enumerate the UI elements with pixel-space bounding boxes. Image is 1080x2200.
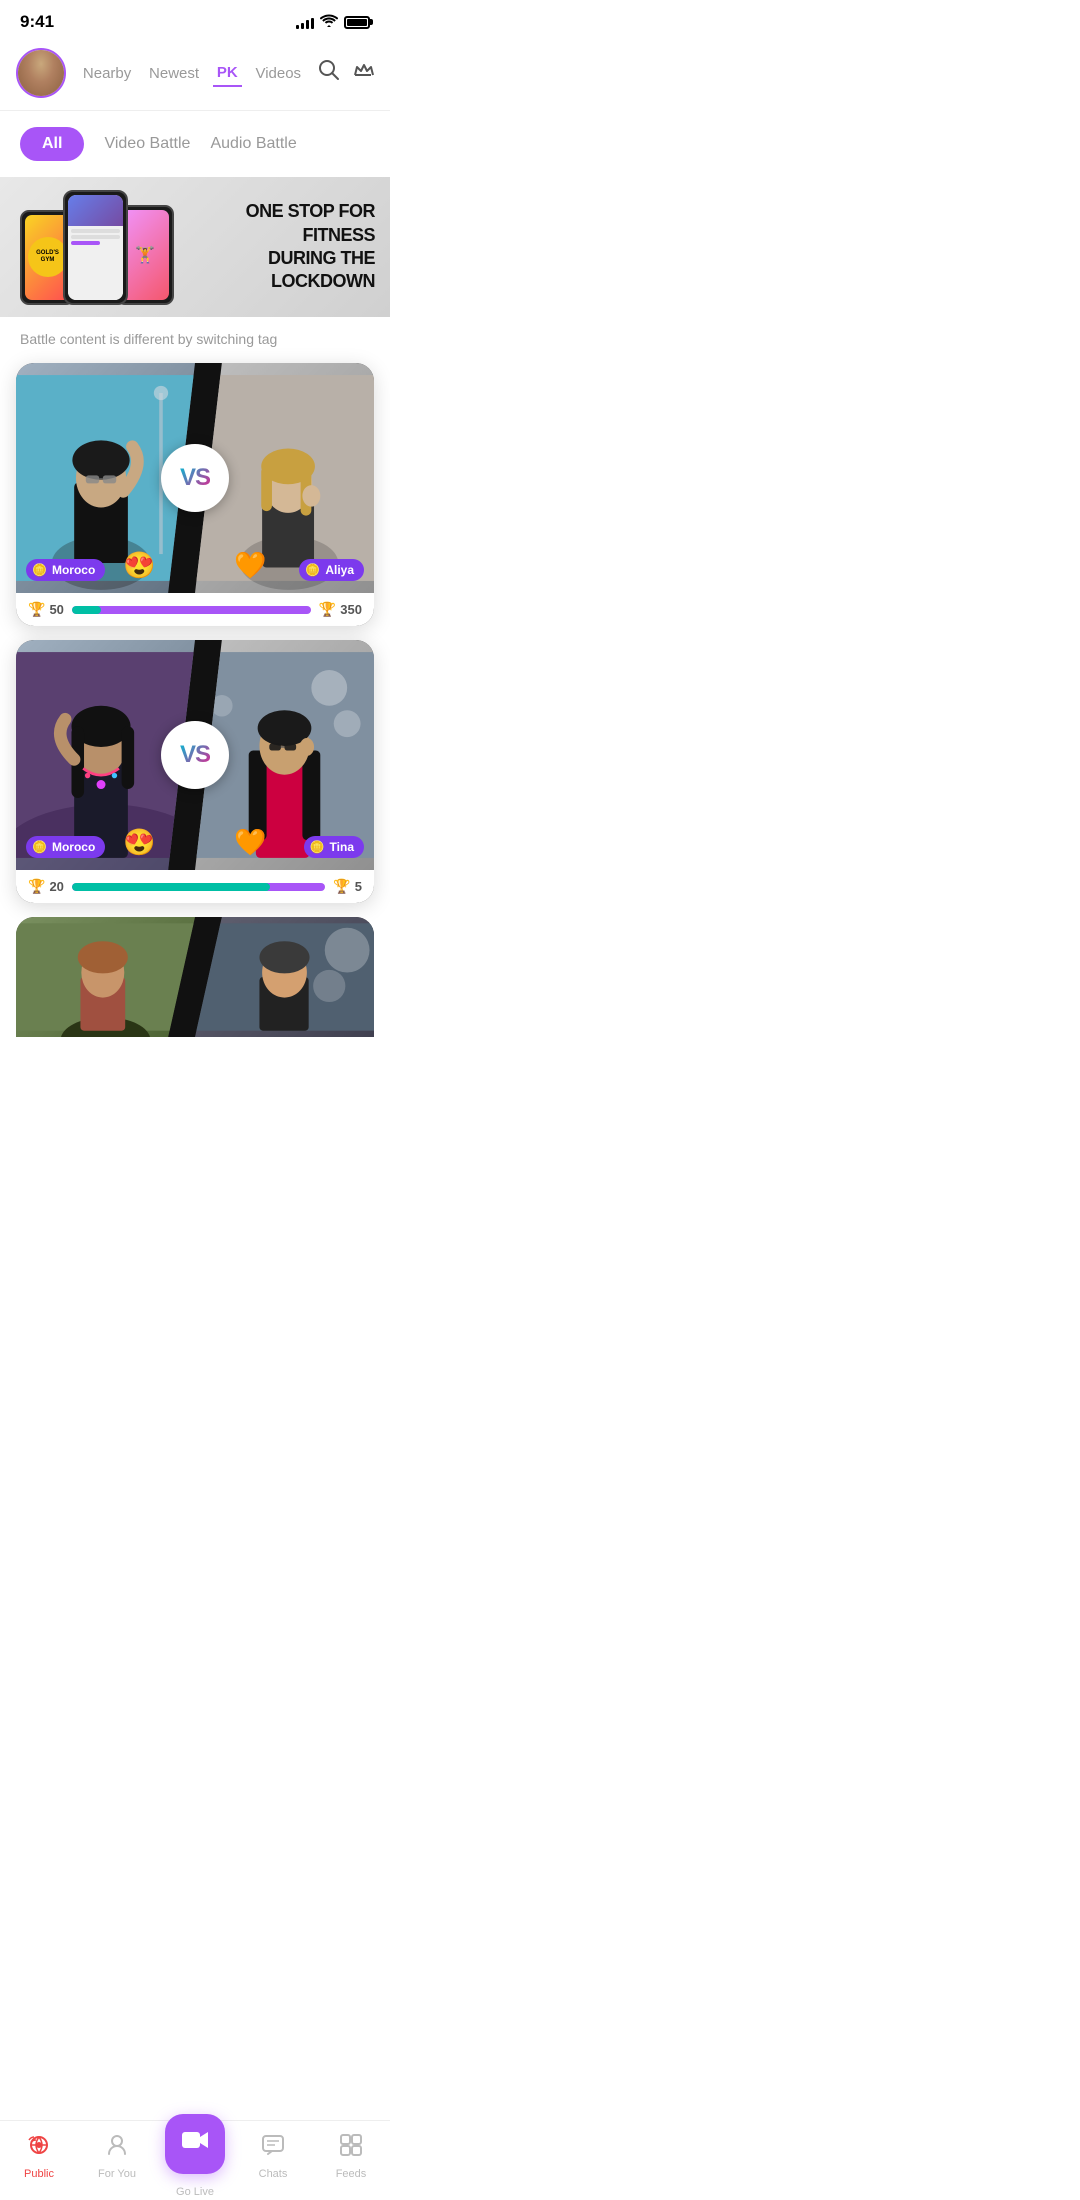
nav-tab-chats[interactable]: Chats	[234, 2132, 312, 2180]
nav-action-icons	[318, 59, 374, 87]
battle-card-1[interactable]: 🪙 Moroco 😍 VS	[16, 363, 374, 626]
battle-video-3-partial	[16, 917, 374, 1037]
banner-title-line2: DURING THE LOCKDOWN	[179, 247, 375, 294]
nav-label-chats: Chats	[259, 2168, 288, 2180]
right-score-1: 🏆 350	[319, 601, 362, 618]
status-time: 9:41	[20, 12, 54, 32]
nav-tab-for-you[interactable]: For You	[78, 2132, 156, 2180]
battery-icon	[344, 16, 370, 29]
bottom-nav: Public For You Go Live	[0, 2120, 390, 2200]
go-live-button[interactable]	[165, 2114, 225, 2174]
right-username-1: Aliya	[325, 563, 354, 577]
right-emoji-1: 🧡	[234, 550, 266, 581]
for-you-icon	[104, 2132, 130, 2164]
banner-text: ONE STOP FOR FITNESS DURING THE LOCKDOWN	[174, 190, 390, 304]
search-icon[interactable]	[318, 59, 340, 87]
left-coin-1: 🪙	[32, 563, 47, 577]
nav-tab-go-live[interactable]: Go Live	[156, 2114, 234, 2198]
left-emoji-2: 😍	[123, 827, 155, 858]
right-emoji-2: 🧡	[234, 827, 266, 858]
filter-audio-battle[interactable]: Audio Battle	[210, 135, 296, 153]
nav-item-nearby[interactable]: Nearby	[79, 61, 135, 86]
nav-item-videos[interactable]: Videos	[251, 61, 305, 86]
crown-icon[interactable]	[352, 59, 374, 87]
vs-text-1: VS	[180, 464, 210, 492]
right-username-2: Tina	[330, 840, 354, 854]
nav-item-pk[interactable]: PK	[213, 60, 242, 87]
nav-label-feeds: Feeds	[336, 2168, 367, 2180]
filter-all[interactable]: All	[20, 127, 84, 161]
progress-fill-2	[72, 883, 270, 891]
filter-tabs: All Video Battle Audio Battle	[0, 111, 390, 177]
nav-tab-feeds[interactable]: Feeds	[312, 2132, 390, 2180]
nav-label-for-you: For You	[98, 2168, 136, 2180]
header-nav: Nearby Newest PK Videos	[0, 40, 390, 111]
right-user-tag-2: 🪙 Tina	[304, 836, 364, 858]
progress-bar-1	[72, 606, 311, 614]
left-username-1: Moroco	[52, 563, 95, 577]
banner-title-line1: ONE STOP FOR FITNESS	[179, 200, 375, 247]
left-score-1: 🏆 50	[28, 601, 64, 618]
left-score-2: 🏆 20	[28, 878, 64, 895]
nav-item-newest[interactable]: Newest	[145, 61, 203, 86]
wifi-icon	[320, 14, 338, 31]
filter-video-battle[interactable]: Video Battle	[104, 135, 190, 153]
promo-banner[interactable]: GOLD'SGYM 🏋️	[0, 177, 390, 317]
left-username-2: Moroco	[52, 840, 95, 854]
go-live-icon	[180, 2125, 210, 2162]
right-coin-2: 🪙	[310, 840, 325, 854]
tag-hint: Battle content is different by switching…	[0, 317, 390, 357]
left-coin-2: 🪙	[32, 840, 47, 854]
public-icon	[26, 2132, 52, 2164]
left-user-tag-2: 🪙 Moroco	[26, 836, 105, 858]
vs-text-2: VS	[180, 741, 210, 769]
right-score-2: 🏆 5	[333, 878, 362, 895]
nav-label-public: Public	[24, 2168, 54, 2180]
status-icons	[296, 14, 370, 31]
feeds-icon	[338, 2132, 364, 2164]
battle-progress-1: 🏆 50 🏆 350	[16, 593, 374, 626]
right-coin-1: 🪙	[305, 563, 320, 577]
battle-card-3-partial[interactable]	[16, 917, 374, 1037]
vs-badge-1: VS	[161, 444, 229, 512]
nav-items: Nearby Newest PK Videos	[74, 60, 310, 87]
chats-icon	[260, 2132, 286, 2164]
progress-fill-1	[72, 606, 101, 614]
battle-video-2: 🪙 Moroco 😍 VS	[16, 640, 374, 870]
banner-phones: GOLD'SGYM 🏋️	[0, 190, 174, 305]
avatar[interactable]	[16, 48, 66, 98]
nav-tab-public[interactable]: Public	[0, 2132, 78, 2180]
signal-icon	[296, 15, 314, 29]
vs-badge-2: VS	[161, 721, 229, 789]
content-scroll: All Video Battle Audio Battle GOLD'SGYM	[0, 111, 390, 1133]
progress-bar-2	[72, 883, 325, 891]
nav-label-go-live: Go Live	[176, 2186, 214, 2198]
battle-video-1: 🪙 Moroco 😍 VS	[16, 363, 374, 593]
status-bar: 9:41	[0, 0, 390, 40]
battle-card-2[interactable]: 🪙 Moroco 😍 VS	[16, 640, 374, 903]
right-user-tag-1: 🪙 Aliya	[299, 559, 364, 581]
left-user-tag-1: 🪙 Moroco	[26, 559, 105, 581]
battle-progress-2: 🏆 20 🏆 5	[16, 870, 374, 903]
left-emoji-1: 😍	[123, 550, 155, 581]
